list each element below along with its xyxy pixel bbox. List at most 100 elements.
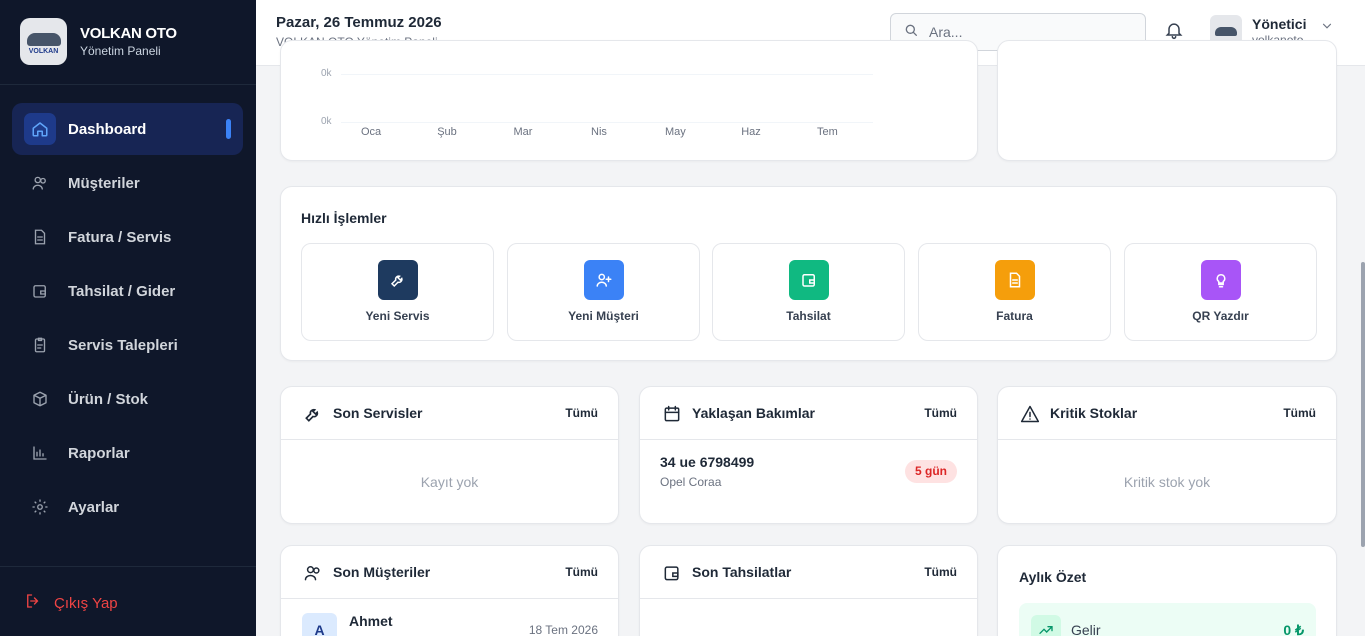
sidebar-item-label: Servis Talepleri <box>68 336 178 354</box>
brand-title: VOLKAN OTO <box>80 25 177 42</box>
sidebar-item-label: Ürün / Stok <box>68 390 149 408</box>
son-servisler-card: Son Servisler Tümü Kayıt yok <box>280 386 619 524</box>
document-icon <box>995 260 1035 300</box>
son-tahsilatlar-card: Son Tahsilatlar Tümü <box>639 545 978 636</box>
scroll-thumb[interactable] <box>1361 262 1365 547</box>
x-tick-label: Haz <box>741 126 761 138</box>
quick-action-yeni-servis[interactable]: Yeni Servis <box>301 243 494 341</box>
widget-title: Son Tahsilatlar <box>692 564 792 580</box>
y-tick-label: 0k <box>321 116 332 127</box>
users-icon <box>303 563 323 588</box>
widget-header: Yaklaşan Bakımlar Tümü <box>640 387 977 440</box>
widget-title: Son Müşteriler <box>333 564 431 580</box>
lightbulb-icon <box>1201 260 1241 300</box>
car-icon <box>1215 26 1237 36</box>
sidebar-item-musteriler[interactable]: Müşteriler <box>12 157 243 209</box>
sidebar-item-fatura-servis[interactable]: Fatura / Servis <box>12 211 243 263</box>
logout-label: Çıkış Yap <box>54 595 118 612</box>
aylik-ozet-card: Aylık Özet Gelir 0 ₺ <box>997 545 1337 636</box>
logout-icon <box>24 592 42 615</box>
x-tick-label: Oca <box>361 126 382 138</box>
x-tick-label: Mar <box>513 126 533 138</box>
view-all-link[interactable]: Tümü <box>1283 406 1316 420</box>
home-icon <box>24 113 56 145</box>
sidebar: VOLKAN VOLKAN OTO Yönetim Paneli Dashboa… <box>0 0 256 636</box>
sidebar-item-raporlar[interactable]: Raporlar <box>12 427 243 479</box>
quick-action-qr-yazdir[interactable]: QR Yazdır <box>1124 243 1317 341</box>
sidebar-item-dashboard[interactable]: Dashboard <box>12 103 243 155</box>
active-indicator <box>226 119 231 139</box>
widget-title: Son Servisler <box>333 405 423 421</box>
widget-header: Kritik Stoklar Tümü <box>998 387 1336 440</box>
chart-grid-line <box>341 74 873 75</box>
y-tick-label: 0k <box>321 68 332 79</box>
customer-name[interactable]: Ahmet <box>349 613 393 629</box>
box-icon <box>28 387 52 411</box>
son-musteriler-card: Son Müşteriler Tümü A Ahmet 18 Tem 2026 <box>280 545 619 636</box>
view-all-link[interactable]: Tümü <box>565 565 598 579</box>
trending-up-icon <box>1031 615 1061 636</box>
empty-state: Kritik stok yok <box>1123 474 1211 490</box>
sidebar-divider <box>0 566 256 567</box>
kritik-stoklar-card: Kritik Stoklar Tümü Kritik stok yok <box>997 386 1337 524</box>
car-icon <box>26 32 61 46</box>
quick-actions-card: Hızlı İşlemler Yeni Servis Yeni Müşteri … <box>280 186 1337 361</box>
widget-title: Yaklaşan Bakımlar <box>692 405 815 421</box>
widget-header: Son Servisler Tümü <box>281 387 618 440</box>
sidebar-item-ayarlar[interactable]: Ayarlar <box>12 481 243 533</box>
widget-header: Son Tahsilatlar Tümü <box>640 546 977 599</box>
quick-action-label: Yeni Servis <box>365 309 430 323</box>
sidebar-item-label: Tahsilat / Gider <box>68 282 176 300</box>
quick-action-yeni-musteri[interactable]: Yeni Müşteri <box>507 243 700 341</box>
clipboard-icon <box>28 333 52 357</box>
current-date: Pazar, 26 Temmuz 2026 <box>276 14 442 31</box>
widget-title: Aylık Özet <box>1019 569 1087 585</box>
sidebar-item-servis-talepleri[interactable]: Servis Talepleri <box>12 319 243 371</box>
sidebar-item-urun-stok[interactable]: Ürün / Stok <box>12 373 243 425</box>
side-chart-card <box>997 40 1337 161</box>
wallet-icon <box>28 279 52 303</box>
customer-date: 18 Tem 2026 <box>528 623 598 636</box>
widget-header: Son Müşteriler Tümü <box>281 546 618 599</box>
sidebar-item-tahsilat-gider[interactable]: Tahsilat / Gider <box>12 265 243 317</box>
quick-action-label: Tahsilat <box>786 309 831 323</box>
maintenance-plate[interactable]: 34 ue 6798499 <box>660 454 754 470</box>
logout-button[interactable]: Çıkış Yap <box>24 592 118 615</box>
document-icon <box>28 225 52 249</box>
brand-subtitle: Yönetim Paneli <box>80 44 161 58</box>
bar-chart-icon <box>28 441 52 465</box>
brand[interactable]: VOLKAN VOLKAN OTO Yönetim Paneli <box>20 18 177 65</box>
brand-logo: VOLKAN <box>20 18 67 65</box>
quick-action-tahsilat[interactable]: Tahsilat <box>712 243 905 341</box>
view-all-link[interactable]: Tümü <box>565 406 598 420</box>
yaklasan-bakimlar-card: Yaklaşan Bakımlar Tümü 34 ue 6798499 Ope… <box>639 386 978 524</box>
logo-text: VOLKAN <box>28 47 59 55</box>
revenue-chart-card: 0k 0k Oca Şub Mar Nis May Haz Tem <box>280 40 978 161</box>
quick-action-label: QR Yazdır <box>1192 309 1249 323</box>
customer-avatar: A <box>302 613 337 636</box>
x-tick-label: Tem <box>817 126 838 138</box>
maintenance-model: Opel Coraa <box>660 475 722 489</box>
sidebar-item-label: Müşteriler <box>68 174 140 192</box>
sidebar-item-label: Ayarlar <box>68 498 120 516</box>
income-value: 0 ₺ <box>1283 622 1304 636</box>
search-input[interactable] <box>929 24 1129 40</box>
quick-action-fatura[interactable]: Fatura <box>918 243 1111 341</box>
income-row: Gelir 0 ₺ <box>1019 603 1316 636</box>
wrench-icon <box>378 260 418 300</box>
warning-icon <box>1020 404 1040 429</box>
empty-state: Kayıt yok <box>420 474 479 490</box>
quick-action-label: Fatura <box>996 309 1033 323</box>
user-name: Yönetici <box>1252 15 1307 32</box>
sidebar-item-label: Fatura / Servis <box>68 228 172 246</box>
view-all-link[interactable]: Tümü <box>924 406 957 420</box>
scrollbar[interactable] <box>1361 66 1365 636</box>
sidebar-item-label: Dashboard <box>68 120 147 138</box>
sidebar-divider <box>0 84 256 85</box>
sidebar-item-label: Raporlar <box>68 444 130 462</box>
wallet-icon <box>789 260 829 300</box>
view-all-link[interactable]: Tümü <box>924 565 957 579</box>
quick-actions-title: Hızlı İşlemler <box>301 210 387 226</box>
widget-title: Kritik Stoklar <box>1050 405 1138 421</box>
gear-icon <box>28 495 52 519</box>
